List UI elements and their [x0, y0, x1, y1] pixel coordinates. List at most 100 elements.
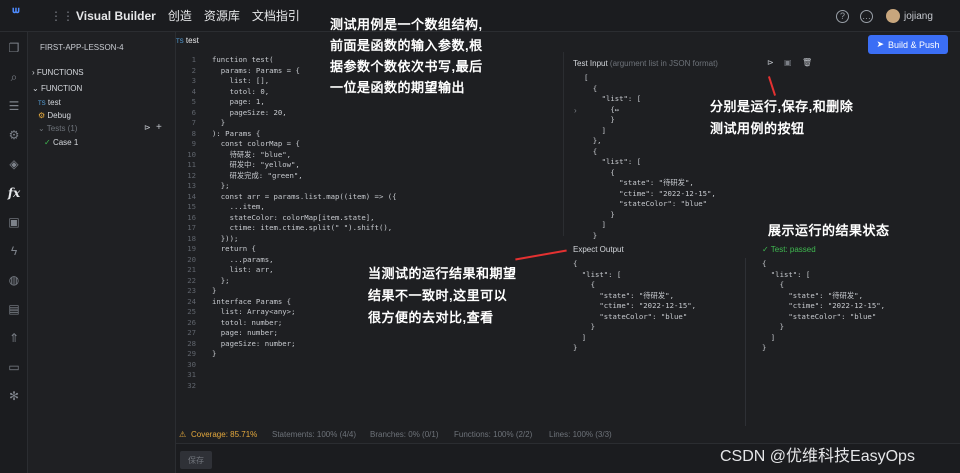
grid-menu-icon[interactable]: ⋮⋮: [50, 9, 74, 23]
code-line: return {: [212, 244, 256, 253]
line-number: 16: [187, 212, 196, 222]
line-number: 10: [187, 149, 196, 159]
image-icon[interactable]: ▣: [6, 214, 22, 230]
nav-create[interactable]: 创造: [168, 7, 192, 24]
username[interactable]: jojiang: [904, 11, 933, 22]
line-number: 21: [187, 265, 196, 274]
activity-bar: ❐ ⌕ ☰ ⚙ ◈ fx ▣ ϟ ◍ ▤ ⇑ ▭ ✻: [0, 32, 28, 473]
build-push-button[interactable]: ➤ Build & Push: [868, 35, 948, 54]
expect-output-title: Expect Output: [573, 245, 624, 254]
section-functions[interactable]: › FUNCTIONS: [32, 68, 84, 77]
build-push-label: Build & Push: [888, 39, 940, 50]
line-number: 17: [187, 223, 196, 232]
diff-divider: [745, 258, 746, 426]
json-line: }: [762, 322, 784, 331]
nav-library[interactable]: 资源库: [204, 7, 240, 24]
file-test-label: test: [47, 98, 61, 107]
code-line: ctime: item.ctime.split(" ").shift(),: [212, 223, 393, 232]
code-line: ...item,: [212, 202, 265, 211]
watermark: CSDN @优维科技EasyOps: [720, 448, 915, 465]
statements-text: Statements: 100% (4/4): [272, 430, 357, 439]
line-number: 19: [187, 244, 196, 253]
debug-icon: ⚙: [38, 111, 46, 120]
annotation-line: 当测试的运行结果和期望: [368, 266, 517, 281]
file-debug[interactable]: ⚙ Debug: [38, 111, 71, 120]
app-logo-icon[interactable]: ᐜ: [0, 0, 32, 32]
run-test-icon[interactable]: ⊳: [767, 58, 774, 67]
function-icon[interactable]: fx: [6, 185, 22, 201]
json-line: {: [584, 146, 598, 156]
line-number: 6: [191, 107, 196, 117]
json-line: ]: [573, 332, 587, 342]
case-label: Case 1: [52, 138, 79, 147]
file-test[interactable]: TS test: [38, 98, 61, 107]
json-line: {: [762, 259, 767, 268]
app-name[interactable]: Visual Builder: [76, 9, 156, 23]
add-test-icon[interactable]: +: [156, 122, 162, 133]
test-input-json[interactable]: [ { "list": [ {↔ } ] }, { "list": [ { "s…: [584, 73, 716, 241]
code-line: ): Params {: [212, 128, 261, 138]
document-icon[interactable]: ▤: [6, 301, 22, 317]
code-line: 研发中: "yellow",: [212, 160, 300, 169]
code-line: 研发完成: "green",: [212, 170, 303, 180]
json-line: "list": [: [584, 94, 642, 103]
section-function[interactable]: ⌄ FUNCTION: [32, 84, 82, 93]
functions-text: Functions: 100% (2/2): [454, 430, 533, 439]
run-tests-icon[interactable]: ⊳: [144, 123, 151, 132]
code-line: }: [212, 349, 217, 358]
rocket-icon[interactable]: ⇑: [6, 330, 22, 346]
line-number: 14: [187, 191, 196, 201]
case-item[interactable]: ✓ Case 1: [44, 138, 78, 147]
json-line: [: [584, 73, 589, 82]
delete-test-icon[interactable]: 🗑: [802, 58, 812, 67]
line-number: 23: [187, 286, 196, 295]
line-number: 15: [187, 202, 196, 211]
json-line: "list": [: [762, 269, 811, 279]
save-test-icon[interactable]: ▣: [784, 58, 792, 67]
line-number: 18: [187, 233, 196, 243]
tests-folder-label: Tests (1): [46, 124, 78, 133]
line-number: 9: [191, 139, 196, 148]
line-number: 11: [187, 160, 196, 169]
json-line: {: [573, 280, 595, 289]
line-number: 8: [191, 128, 196, 138]
tests-folder[interactable]: ⌄ Tests (1): [38, 124, 77, 133]
code-line: }));: [212, 233, 239, 243]
chat-icon[interactable]: …: [860, 9, 873, 23]
terminal-icon[interactable]: ▭: [6, 359, 22, 375]
json-line: ]: [584, 220, 606, 229]
line-number: 2: [191, 65, 196, 75]
section-functions-label: FUNCTIONS: [36, 68, 84, 77]
json-line: "stateColor": "blue": [573, 311, 688, 321]
json-line: }: [762, 343, 767, 352]
fold-chevron-icon[interactable]: ›: [574, 106, 577, 115]
json-line: ]: [584, 125, 606, 135]
coverage-text: Coverage: 85.71%: [191, 430, 258, 439]
list-icon[interactable]: ☰: [6, 98, 22, 114]
editor-tab[interactable]: TS test: [176, 36, 199, 45]
expect-output-json[interactable]: { "list": [ { "state": "待研发", "ctime": "…: [573, 259, 696, 354]
settings-icon[interactable]: ⚙: [6, 127, 22, 143]
send-icon: ➤: [876, 39, 884, 49]
help-icon[interactable]: ?: [836, 9, 849, 23]
json-line: }: [584, 209, 615, 219]
annotation-line: 一位是函数的期望输出: [330, 80, 466, 95]
line-number: 7: [191, 118, 196, 127]
files-icon[interactable]: ❐: [6, 40, 22, 56]
layers-icon[interactable]: ◈: [6, 156, 22, 172]
avatar[interactable]: [886, 9, 900, 23]
pass-check-icon: ✓: [762, 245, 769, 254]
code-line: pageSize: number;: [212, 338, 296, 348]
search-icon[interactable]: ⌕: [6, 69, 22, 85]
line-number: 20: [187, 254, 196, 264]
save-button[interactable]: 保存: [180, 451, 212, 469]
globe-icon[interactable]: ◍: [6, 272, 22, 288]
nav-docs[interactable]: 文档指引: [252, 7, 300, 24]
json-line: ]: [762, 332, 776, 342]
gear-icon[interactable]: ✻: [6, 388, 22, 404]
flash-icon[interactable]: ϟ: [6, 243, 22, 259]
line-number: 32: [187, 380, 196, 390]
branches-text: Branches: 0% (0/1): [370, 430, 439, 439]
explorer-panel: FIRST-APP-LESSON-4 › FUNCTIONS ⌄ FUNCTIO…: [28, 32, 176, 473]
code-line: const arr = params.list.map((item) => ({: [212, 191, 397, 201]
